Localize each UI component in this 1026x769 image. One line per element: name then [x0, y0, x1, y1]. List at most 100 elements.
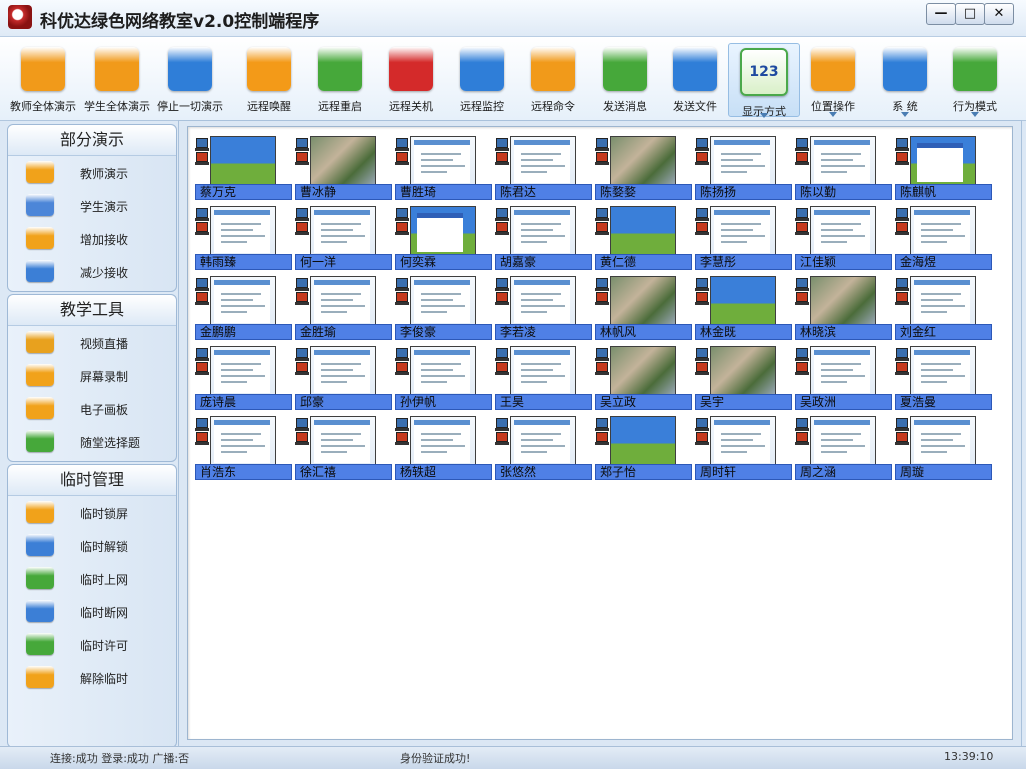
student-tile[interactable]: 胡嘉豪 — [495, 206, 592, 272]
sidebar-item-0-2[interactable]: 增加接收 — [8, 222, 176, 255]
student-screen-thumbnail[interactable] — [610, 206, 676, 256]
toolbar-button-12[interactable]: 系 统 — [870, 43, 940, 117]
student-tile[interactable]: 金海煜 — [895, 206, 992, 272]
sidebar-item-0-0[interactable]: 教师演示 — [8, 156, 176, 189]
sidebar-item-0-3[interactable]: 减少接收 — [8, 255, 176, 288]
toolbar-button-7[interactable]: 远程命令 — [518, 43, 588, 115]
student-screen-thumbnail[interactable] — [910, 206, 976, 256]
student-screen-thumbnail[interactable] — [410, 136, 476, 186]
student-tile[interactable]: 吴宇 — [695, 346, 792, 412]
student-screen-thumbnail[interactable] — [810, 346, 876, 396]
student-screen-thumbnail[interactable] — [410, 346, 476, 396]
toolbar-button-4[interactable]: 远程重启 — [305, 43, 375, 115]
student-tile[interactable]: 周之涵 — [795, 416, 892, 482]
sidebar-item-2-4[interactable]: 临时许可 — [8, 628, 176, 661]
student-tile[interactable]: 杨轶超 — [395, 416, 492, 482]
student-tile[interactable]: 李若凌 — [495, 276, 592, 342]
toolbar-button-8[interactable]: 发送消息 — [590, 43, 660, 115]
student-screen-thumbnail[interactable] — [810, 276, 876, 326]
student-screen-thumbnail[interactable] — [510, 276, 576, 326]
section-title[interactable]: 临时管理 — [8, 465, 176, 496]
toolbar-button-5[interactable]: 远程关机 — [376, 43, 446, 115]
student-tile[interactable]: 庞诗晨 — [195, 346, 292, 412]
maximize-button[interactable]: □ — [955, 3, 985, 25]
toolbar-button-10[interactable]: 123 显示方式 — [728, 43, 800, 118]
student-tile[interactable]: 陈麒帆 — [895, 136, 992, 202]
student-tile[interactable]: 金鹏鹏 — [195, 276, 292, 342]
student-tile[interactable]: 邱豪 — [295, 346, 392, 412]
student-screen-thumbnail[interactable] — [310, 416, 376, 466]
student-screen-thumbnail[interactable] — [610, 416, 676, 466]
student-screen-thumbnail[interactable] — [210, 276, 276, 326]
student-tile[interactable]: 曹胜琦 — [395, 136, 492, 202]
student-tile[interactable]: 张悠然 — [495, 416, 592, 482]
student-screen-thumbnail[interactable] — [410, 206, 476, 256]
student-screen-thumbnail[interactable] — [810, 416, 876, 466]
student-screen-thumbnail[interactable] — [910, 416, 976, 466]
student-screen-thumbnail[interactable] — [610, 136, 676, 186]
sidebar-item-0-1[interactable]: 学生演示 — [8, 189, 176, 222]
sidebar-item-2-2[interactable]: 临时上网 — [8, 562, 176, 595]
student-tile[interactable]: 郑子怡 — [595, 416, 692, 482]
student-screen-thumbnail[interactable] — [510, 416, 576, 466]
toolbar-button-6[interactable]: 远程监控 — [447, 43, 517, 115]
student-tile[interactable]: 陈君达 — [495, 136, 592, 202]
student-screen-thumbnail[interactable] — [510, 206, 576, 256]
toolbar-button-3[interactable]: 远程唤醒 — [234, 43, 304, 115]
student-tile[interactable]: 林金既 — [695, 276, 792, 342]
section-title[interactable]: 教学工具 — [8, 295, 176, 326]
toolbar-button-2[interactable]: 停止一切演示 — [155, 43, 225, 115]
sidebar-item-2-3[interactable]: 临时断网 — [8, 595, 176, 628]
student-screen-thumbnail[interactable] — [710, 416, 776, 466]
student-tile[interactable]: 周璇 — [895, 416, 992, 482]
student-screen-thumbnail[interactable] — [710, 276, 776, 326]
student-tile[interactable]: 孙伊帆 — [395, 346, 492, 412]
student-tile[interactable]: 何奕霖 — [395, 206, 492, 272]
title-bar[interactable]: 科优达绿色网络教室v2.0控制端程序 — □ ✕ — [0, 0, 1026, 37]
student-tile[interactable]: 王昊 — [495, 346, 592, 412]
toolbar-button-0[interactable]: 教师全体演示 — [8, 43, 78, 115]
student-screen-thumbnail[interactable] — [910, 276, 976, 326]
student-tile[interactable]: 肖浩东 — [195, 416, 292, 482]
student-screen-thumbnail[interactable] — [410, 416, 476, 466]
toolbar-button-13[interactable]: 行为模式 — [940, 43, 1010, 117]
student-tile[interactable]: 陈扬扬 — [695, 136, 792, 202]
sidebar-item-1-2[interactable]: 电子画板 — [8, 392, 176, 425]
student-screen-thumbnail[interactable] — [210, 136, 276, 186]
student-tile[interactable]: 陈婺婺 — [595, 136, 692, 202]
student-screen-thumbnail[interactable] — [410, 276, 476, 326]
sidebar-item-2-0[interactable]: 临时锁屏 — [8, 496, 176, 529]
student-screen-thumbnail[interactable] — [710, 206, 776, 256]
student-tile[interactable]: 何一洋 — [295, 206, 392, 272]
sidebar-item-1-1[interactable]: 屏幕录制 — [8, 359, 176, 392]
student-screen-thumbnail[interactable] — [210, 416, 276, 466]
student-screen-thumbnail[interactable] — [210, 346, 276, 396]
toolbar-button-9[interactable]: 发送文件 — [660, 43, 730, 115]
student-tile[interactable]: 吴立政 — [595, 346, 692, 412]
student-tile[interactable]: 周时轩 — [695, 416, 792, 482]
sidebar-item-2-5[interactable]: 解除临时 — [8, 661, 176, 694]
student-screen-thumbnail[interactable] — [710, 136, 776, 186]
student-tile[interactable]: 徐汇禧 — [295, 416, 392, 482]
student-screen-thumbnail[interactable] — [610, 276, 676, 326]
student-tile[interactable]: 吴政洲 — [795, 346, 892, 412]
student-tile[interactable]: 黄仁德 — [595, 206, 692, 272]
student-screen-thumbnail[interactable] — [310, 346, 376, 396]
student-tile[interactable]: 蔡万克 — [195, 136, 292, 202]
student-tile[interactable]: 刘金红 — [895, 276, 992, 342]
student-screen-thumbnail[interactable] — [210, 206, 276, 256]
student-screen-thumbnail[interactable] — [310, 206, 376, 256]
sidebar-item-2-1[interactable]: 临时解锁 — [8, 529, 176, 562]
toolbar-button-11[interactable]: 位置操作 — [798, 43, 868, 117]
student-tile[interactable]: 曹冰静 — [295, 136, 392, 202]
toolbar-button-1[interactable]: 学生全体演示 — [82, 43, 152, 115]
student-screen-thumbnail[interactable] — [510, 136, 576, 186]
student-tile[interactable]: 韩雨臻 — [195, 206, 292, 272]
student-tile[interactable]: 林帆风 — [595, 276, 692, 342]
sidebar-item-1-0[interactable]: 视频直播 — [8, 326, 176, 359]
minimize-button[interactable]: — — [926, 3, 956, 25]
student-screen-thumbnail[interactable] — [810, 206, 876, 256]
student-tile[interactable]: 陈以勤 — [795, 136, 892, 202]
student-screen-thumbnail[interactable] — [510, 346, 576, 396]
student-screen-thumbnail[interactable] — [910, 346, 976, 396]
